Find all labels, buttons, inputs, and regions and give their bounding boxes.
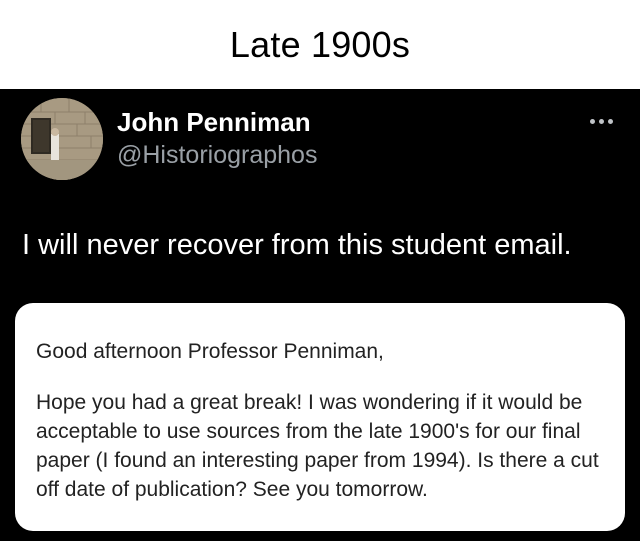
tweet-text: I will never recover from this student e… xyxy=(22,229,572,261)
email-body: Hope you had a great break! I was wonder… xyxy=(36,391,599,501)
email-screenshot-card: Good afternoon Professor Penniman, Hope … xyxy=(15,303,625,531)
profile-photo-icon xyxy=(21,98,103,180)
meme-caption: Late 1900s xyxy=(229,23,411,65)
more-options-button[interactable] xyxy=(582,107,620,135)
author-name[interactable]: John Penniman xyxy=(117,107,311,138)
more-horizontal-icon-dot xyxy=(598,118,604,124)
author-handle[interactable]: @Historiographos xyxy=(117,141,317,170)
more-horizontal-icon-dot xyxy=(607,118,613,124)
more-horizontal-icon xyxy=(589,118,595,124)
tweet-post: John Penniman @Historiographos I will ne… xyxy=(0,89,640,541)
meme-caption-bar: Late 1900s xyxy=(0,0,640,89)
email-greeting: Good afternoon Professor Penniman, xyxy=(36,340,384,363)
avatar[interactable] xyxy=(21,98,103,180)
